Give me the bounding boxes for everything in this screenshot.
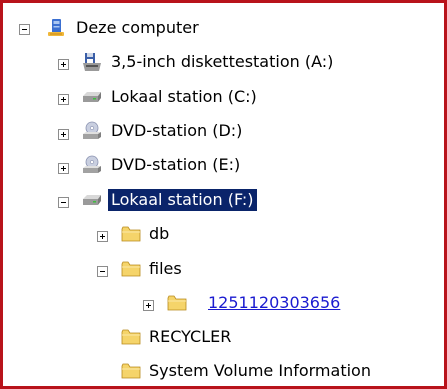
tree-label: DVD-station (E:) [111,155,241,174]
tree-label: RECYCLER [149,327,232,346]
hard-drive-icon [83,92,101,102]
expand-toggle[interactable] [97,231,108,242]
tree-label: DVD-station (D:) [111,121,243,140]
tree-label: System Volume Information [149,361,371,380]
folder-icon [121,363,141,379]
expand-toggle[interactable] [58,59,69,70]
collapse-toggle[interactable] [58,197,69,208]
dvd-drive-icon [83,155,101,173]
tree-label-selected: Lokaal station (F:) [108,189,257,211]
tree-label: files [149,259,182,278]
tree-label: Lokaal station (C:) [111,87,257,106]
tree-link-label[interactable]: 1251120303656 [205,292,343,314]
folder-icon [121,329,141,345]
expand-toggle[interactable] [58,163,69,174]
tree-view-panel: Deze computer 3,5-inch diskettestation (… [0,0,447,389]
folder-icon [121,261,141,277]
expand-toggle[interactable] [58,129,69,140]
collapse-toggle[interactable] [19,24,30,35]
hard-drive-icon [83,195,101,205]
floppy-drive-icon [83,53,101,71]
computer-icon [48,19,64,36]
dvd-drive-icon [83,121,101,139]
tree-label: db [149,224,170,243]
expand-toggle[interactable] [58,94,69,105]
collapse-toggle[interactable] [97,266,108,277]
tree-label: Deze computer [76,18,199,37]
expand-toggle[interactable] [143,300,154,311]
folder-icon [121,226,141,242]
folder-icon [167,295,187,311]
tree-label: 3,5-inch diskettestation (A:) [111,52,334,71]
